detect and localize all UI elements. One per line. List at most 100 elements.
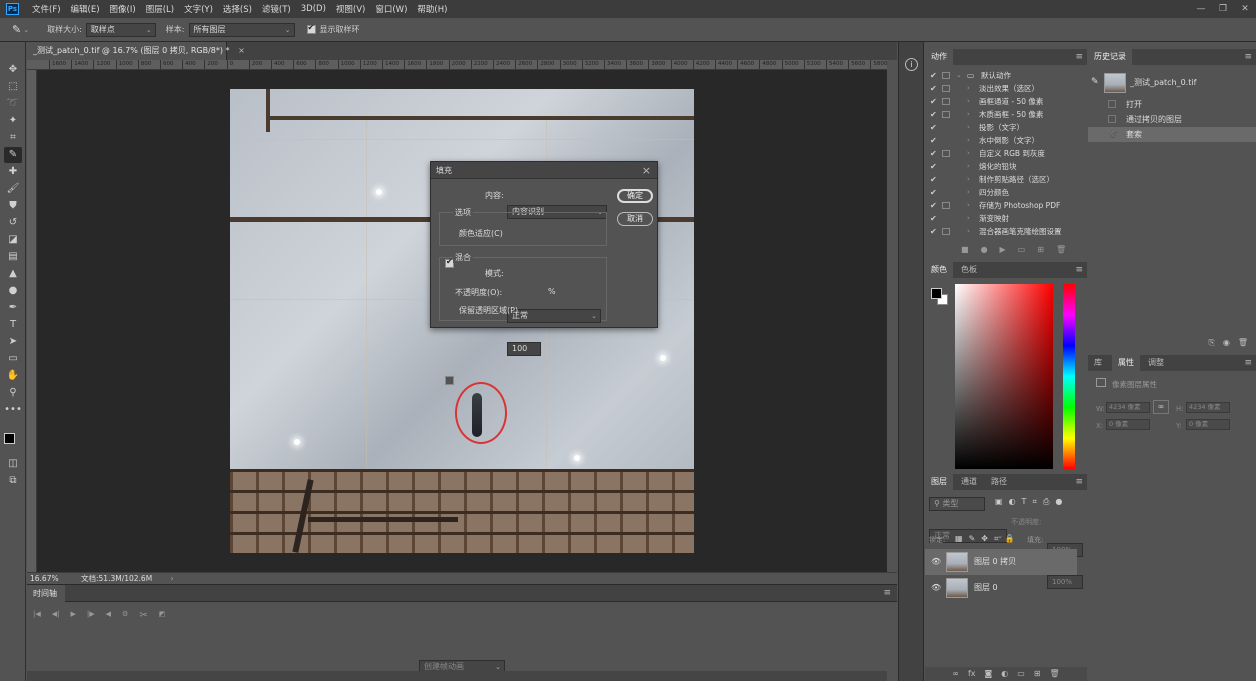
menu-select[interactable]: 选择(S)	[218, 3, 257, 15]
preserve-transparency-checkbox[interactable]	[445, 376, 454, 385]
action-row[interactable]: ✔ › 存储为 Photoshop PDF	[925, 199, 1087, 212]
chevron-down-icon[interactable]: ⌄	[956, 69, 962, 82]
chevron-right-icon[interactable]: ›	[967, 173, 970, 186]
menu-image[interactable]: 图像(I)	[105, 3, 141, 15]
show-sampling-ring-checkbox[interactable]	[306, 23, 316, 34]
chevron-right-icon[interactable]: ›	[967, 225, 970, 238]
quick-mask-icon[interactable]: ◫	[4, 456, 22, 472]
sample-dropdown[interactable]: 所有图层 ⌄	[188, 22, 295, 37]
clone-stamp-tool-icon[interactable]: ⛊	[4, 198, 22, 214]
move-tool-icon[interactable]: ✥	[4, 62, 22, 78]
pen-tool-icon[interactable]: ✒	[4, 300, 22, 316]
dialog-toggle-box[interactable]	[942, 228, 950, 235]
delete-icon[interactable]: 🗑	[1238, 338, 1248, 348]
link-icon[interactable]: ∞	[1153, 400, 1169, 414]
panel-menu-icon[interactable]: ≡	[1075, 477, 1083, 487]
lock-transparency-icon[interactable]: ▦	[955, 534, 963, 544]
tab-layers[interactable]: 图层	[925, 474, 953, 490]
action-row[interactable]: ✔ › 画框通道 - 50 像素	[925, 95, 1087, 108]
tab-libraries[interactable]: 库	[1088, 355, 1108, 371]
dodge-tool-icon[interactable]: ●	[4, 283, 22, 299]
check-icon[interactable]: ✔	[930, 199, 937, 212]
new-layer-icon[interactable]: ⊞	[1034, 667, 1041, 681]
lock-artboard-icon[interactable]: ⌗	[994, 534, 999, 544]
check-icon[interactable]: ✔	[930, 225, 937, 238]
dialog-title-bar[interactable]: 填充 ×	[431, 162, 657, 179]
action-row[interactable]: ✔ › 自定义 RGB 到灰度	[925, 147, 1087, 160]
record-icon[interactable]: ●	[981, 245, 988, 254]
chevron-right-icon[interactable]: ›	[967, 95, 970, 108]
chevron-right-icon[interactable]: ›	[967, 199, 970, 212]
menu-type[interactable]: 文字(Y)	[179, 3, 218, 15]
new-document-icon[interactable]: ⎘	[1208, 338, 1214, 348]
scissors-icon[interactable]: ✂	[139, 610, 147, 621]
eyedropper-tool-icon[interactable]: ✎	[4, 147, 22, 163]
action-row[interactable]: ✔ › 混合器画笔克隆绘图设置	[925, 225, 1087, 238]
transition-icon[interactable]: ◩	[159, 610, 166, 621]
prev-frame-icon[interactable]: ◀|	[52, 610, 60, 621]
check-icon[interactable]: ✔	[930, 147, 937, 160]
tab-adjustments[interactable]: 调整	[1142, 355, 1170, 371]
healing-brush-tool-icon[interactable]: ✚	[4, 164, 22, 180]
fx-icon[interactable]: fx	[968, 667, 976, 681]
mode-dropdown[interactable]: 正常 ⌄	[507, 309, 601, 323]
chevron-down-icon[interactable]: ⌄	[23, 26, 29, 34]
tab-properties[interactable]: 属性	[1112, 355, 1140, 371]
play-icon[interactable]: ▶	[71, 610, 76, 621]
check-icon[interactable]: ✔	[930, 82, 937, 95]
crop-tool-icon[interactable]: ⌗	[4, 130, 22, 146]
status-menu-icon[interactable]: ›	[171, 574, 174, 583]
foreground-color-swatch[interactable]	[931, 288, 942, 299]
lasso-tool-icon[interactable]: ➰	[4, 96, 22, 112]
action-row[interactable]: ✔ › 四分颜色	[925, 186, 1087, 199]
history-state[interactable]: 通过拷贝的图层	[1088, 112, 1256, 127]
action-row[interactable]: ✔ › 投影（文字）	[925, 121, 1087, 134]
check-icon[interactable]: ✔	[930, 212, 937, 225]
y-input[interactable]: 0 像素	[1186, 419, 1230, 430]
close-tab-icon[interactable]: ×	[238, 46, 245, 55]
gradient-tool-icon[interactable]: ▤	[4, 249, 22, 265]
adjustment-filter-icon[interactable]: ◐	[1009, 497, 1016, 507]
tab-history[interactable]: 历史记录	[1088, 49, 1132, 65]
check-icon[interactable]: ✔	[930, 69, 937, 82]
chevron-right-icon[interactable]: ›	[967, 121, 970, 134]
dialog-toggle-box[interactable]	[942, 150, 950, 157]
chevron-right-icon[interactable]: ›	[967, 108, 970, 121]
tab-actions[interactable]: 动作	[925, 49, 953, 65]
more-tools-icon[interactable]: •••	[4, 402, 22, 418]
lock-pixels-icon[interactable]: ✎	[969, 534, 976, 544]
action-row[interactable]: ✔ › 淡出效果（选区）	[925, 82, 1087, 95]
pixel-filter-icon[interactable]: ▣	[995, 497, 1003, 507]
tab-channels[interactable]: 通道	[955, 474, 983, 490]
document-tab[interactable]: _测试_patch_0.tif @ 16.7% (图层 0 拷贝, RGB/8*…	[27, 42, 245, 60]
eye-icon[interactable]: 👁	[931, 549, 941, 575]
lock-all-icon[interactable]: 🔒	[1004, 534, 1014, 544]
chevron-right-icon[interactable]: ›	[967, 212, 970, 225]
mask-icon[interactable]: ◙	[985, 667, 993, 681]
first-frame-icon[interactable]: |◀	[33, 610, 41, 621]
delete-icon[interactable]: 🗑	[1050, 667, 1060, 681]
action-row[interactable]: ✔ › 渐变映射	[925, 212, 1087, 225]
dialog-toggle-box[interactable]	[942, 85, 950, 92]
timeline-tab[interactable]: 时间轴	[27, 585, 65, 602]
play-icon[interactable]: ▶	[1000, 245, 1006, 254]
type-tool-icon[interactable]: T	[4, 317, 22, 333]
delete-icon[interactable]: 🗑	[1056, 245, 1066, 254]
check-icon[interactable]: ✔	[930, 95, 937, 108]
hand-tool-icon[interactable]: ✋	[4, 368, 22, 384]
minimize-button[interactable]: —	[1190, 0, 1212, 18]
group-icon[interactable]: ▭	[1017, 667, 1025, 681]
color-field[interactable]	[955, 284, 1053, 469]
rectangle-tool-icon[interactable]: ▭	[4, 351, 22, 367]
eye-icon[interactable]: 👁	[931, 575, 941, 601]
eraser-tool-icon[interactable]: ◪	[4, 232, 22, 248]
marquee-tool-icon[interactable]: ⬚	[4, 79, 22, 95]
tab-paths[interactable]: 路径	[985, 474, 1013, 490]
action-row[interactable]: ✔ › 水中倒影（文字）	[925, 134, 1087, 147]
check-icon[interactable]: ✔	[930, 160, 937, 173]
link-icon[interactable]: ∞	[952, 667, 959, 681]
chevron-right-icon[interactable]: ›	[967, 186, 970, 199]
blur-tool-icon[interactable]: ▲	[4, 266, 22, 282]
chevron-right-icon[interactable]: ›	[967, 160, 970, 173]
panel-menu-icon[interactable]: ≡	[1244, 358, 1252, 368]
